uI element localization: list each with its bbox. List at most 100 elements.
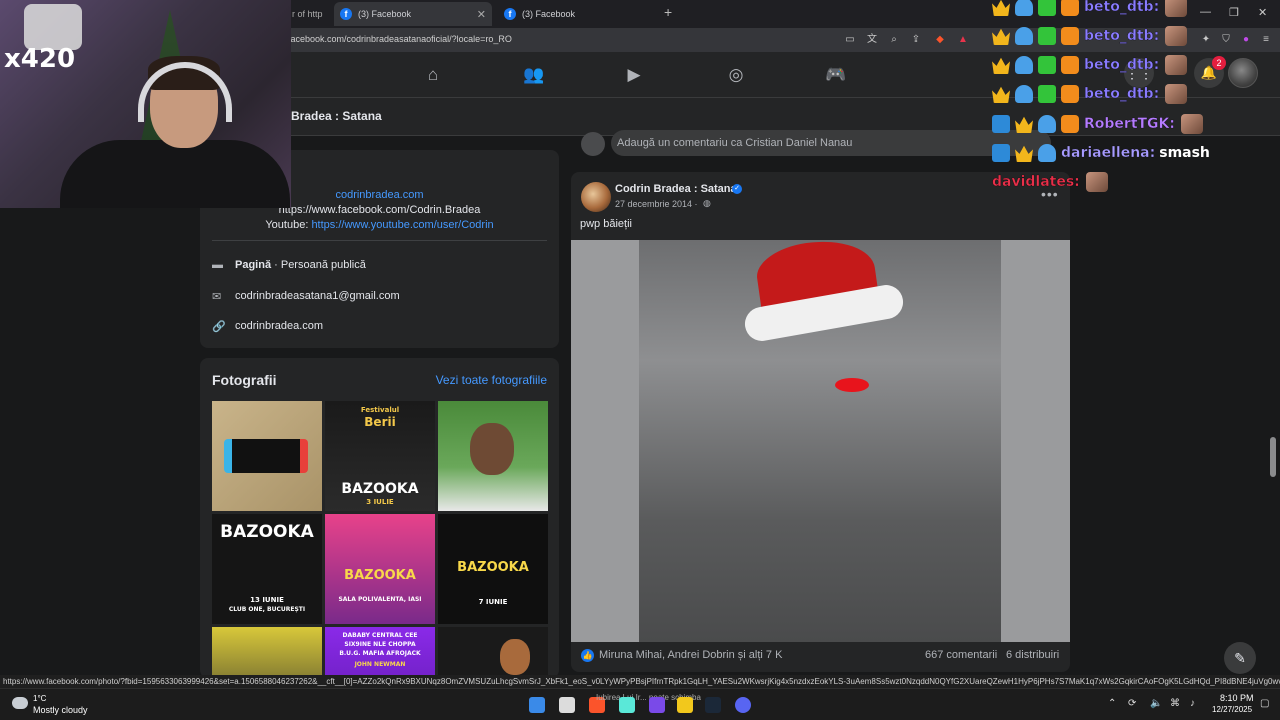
chat-emote-icon (1165, 55, 1188, 75)
groups-icon[interactable]: ◎ (725, 64, 747, 86)
photo-thumb[interactable]: BAZOOKA SALA POLIVALENTA, IASI (325, 514, 435, 624)
post-author[interactable]: Codrin Bradea : Satana (615, 183, 737, 195)
youtube-row: Youtube: https://www.youtube.com/user/Co… (200, 219, 559, 231)
screen-icon[interactable]: ▭ (843, 33, 857, 47)
post-date[interactable]: 27 decembrie 2014 · (615, 199, 698, 209)
home-icon[interactable]: ⌂ (422, 64, 444, 86)
friends-icon[interactable]: 👥 (523, 64, 545, 86)
tab-label: (3) Facebook (358, 9, 412, 19)
tab-facebook-active[interactable]: f (3) Facebook ✕ (334, 2, 492, 26)
photo-text: CLUB ONE, BUCUREȘTI (228, 606, 306, 613)
chat-badge-icon (1015, 0, 1033, 16)
page-type-value: · Persoană publică (271, 259, 366, 271)
taskbar: 1°C Mostly cloudy Iubirea Lui Ir... poat… (0, 688, 1280, 720)
chat-message: RobertTGK: (992, 113, 1203, 135)
photo-thumb[interactable]: BAZOOKA 13 IUNIE CLUB ONE, BUCUREȘTI (212, 514, 322, 624)
chat-emote-icon (1165, 84, 1188, 104)
sync-icon[interactable]: ⟳ (1128, 698, 1136, 709)
comments-count[interactable]: 667 comentarii (925, 649, 997, 661)
chat-badge-icon (992, 144, 1010, 162)
chat-badge-icon (1061, 27, 1079, 45)
notifications-icon[interactable]: ▢ (1260, 698, 1269, 709)
photo-thumb[interactable] (212, 401, 322, 511)
chat-badge-icon (1015, 27, 1033, 45)
post-image[interactable] (571, 234, 1070, 642)
chat-username: beto_dtb: (1084, 28, 1160, 44)
shares-count[interactable]: 6 distribuiri (1006, 649, 1059, 661)
gaming-icon[interactable]: 🎮 (825, 64, 847, 86)
app-icon[interactable] (619, 697, 635, 713)
photo-thumb[interactable] (438, 401, 548, 511)
chat-badge-icon (1061, 85, 1079, 103)
post-text: pwp băieții (580, 218, 632, 230)
like-icon: 👍 (581, 649, 594, 662)
globe-icon: ◍ (703, 198, 711, 208)
app-icon[interactable] (649, 697, 665, 713)
chat-badge-icon (992, 28, 1010, 45)
tab-facebook[interactable]: f (3) Facebook (498, 2, 658, 26)
notification-badge: 2 (1212, 56, 1226, 70)
chat-username: beto_dtb: (1084, 86, 1160, 102)
shield-icon[interactable]: ⛉ (1219, 33, 1233, 47)
new-message-icon[interactable]: ✎ (1224, 642, 1256, 674)
photo-thumb[interactable]: BAZOOKA 7 IUNIE (438, 514, 548, 624)
close-icon[interactable]: ✕ (477, 8, 486, 21)
reactions-summary[interactable]: Miruna Mihai, Andrei Dobrin și alți 7 K (599, 649, 782, 661)
minimize-icon[interactable]: — (1200, 6, 1211, 18)
brave-rewards-icon[interactable]: ▲ (956, 33, 970, 47)
start-icon[interactable] (529, 697, 545, 713)
chat-username: dariaellena: (1061, 145, 1156, 161)
see-all-photos-link[interactable]: Vezi toate fotografiile (436, 373, 547, 387)
photo-text: 13 IUNIE (250, 596, 284, 604)
photo-text: JOHN NEWMAN (354, 661, 406, 668)
discord-icon[interactable] (735, 697, 751, 713)
folder-icon[interactable] (677, 697, 693, 713)
maximize-icon[interactable]: ❐ (1229, 6, 1239, 19)
photo-text: 7 IUNIE (478, 598, 508, 606)
flag-icon: ▬ (212, 259, 223, 271)
tab-previous[interactable]: r of http (286, 2, 332, 26)
email-link[interactable]: codrinbradeasatana1@gmail.com (235, 290, 400, 302)
chat-badge-icon (1015, 145, 1033, 162)
translate-icon[interactable]: 文 (865, 33, 879, 47)
window-close-icon[interactable]: ✕ (1258, 6, 1267, 19)
youtube-link[interactable]: https://www.youtube.com/user/Codrin (311, 219, 493, 231)
video-icon[interactable]: ▶ (623, 64, 645, 86)
chat-badge-icon (1038, 144, 1056, 162)
page-type-label: Pagină (235, 259, 272, 271)
webcam-overlay: x420 (0, 0, 291, 208)
photo-thumb[interactable]: DABABY CENTRAL CEE SIX9INE NLE CHOPPA B.… (325, 627, 435, 678)
network-icon[interactable]: ⌘ (1170, 698, 1180, 709)
chat-badge-icon (1038, 115, 1056, 133)
photo-text: BAZOOKA (341, 481, 419, 497)
facebook-icon: f (504, 8, 516, 20)
steam-icon[interactable] (705, 697, 721, 713)
website-row-link[interactable]: codrinbradea.com (235, 320, 323, 332)
url-field[interactable]: facebook.com/codrinbradeasatanaoficial/?… (288, 34, 512, 44)
brave-shield-icon[interactable]: ◆ (933, 33, 947, 47)
chevron-up-icon[interactable]: ⌃ (1108, 698, 1116, 709)
photo-thumb[interactable]: Festivalul Berii BAZOOKA 3 IULIE (325, 401, 435, 511)
clock-time[interactable]: 8:10 PM (1220, 693, 1254, 703)
share-icon[interactable]: ⇪ (909, 33, 923, 47)
zoom-icon[interactable]: ⌕ (887, 33, 901, 47)
volume-icon[interactable]: 🔈 (1150, 698, 1162, 709)
avatar[interactable] (1228, 58, 1258, 88)
vpn-icon[interactable]: ● (1239, 33, 1253, 47)
clock-date[interactable]: 12/27/2025 (1212, 705, 1252, 714)
search-icon[interactable] (559, 697, 575, 713)
comment-input[interactable]: Adaugă un comentariu ca Cristian Daniel … (611, 130, 1051, 156)
chat-username: RobertTGK: (1084, 116, 1175, 132)
new-tab-icon[interactable]: + (664, 4, 672, 20)
speaker-icon[interactable]: ♪ (1190, 698, 1195, 709)
menu-icon[interactable]: ≡ (1259, 33, 1273, 47)
scrollbar[interactable] (1270, 437, 1276, 477)
photo-thumb[interactable] (438, 627, 548, 678)
photo-text: Berii (364, 415, 396, 429)
page-title: Bradea : Satana (291, 109, 382, 123)
avatar[interactable] (581, 182, 611, 212)
extensions-icon[interactable]: ✦ (1199, 33, 1213, 47)
photo-thumb[interactable] (212, 627, 322, 678)
chat-badge-icon (1015, 56, 1033, 74)
chat-message: beto_dtb: (992, 25, 1188, 47)
